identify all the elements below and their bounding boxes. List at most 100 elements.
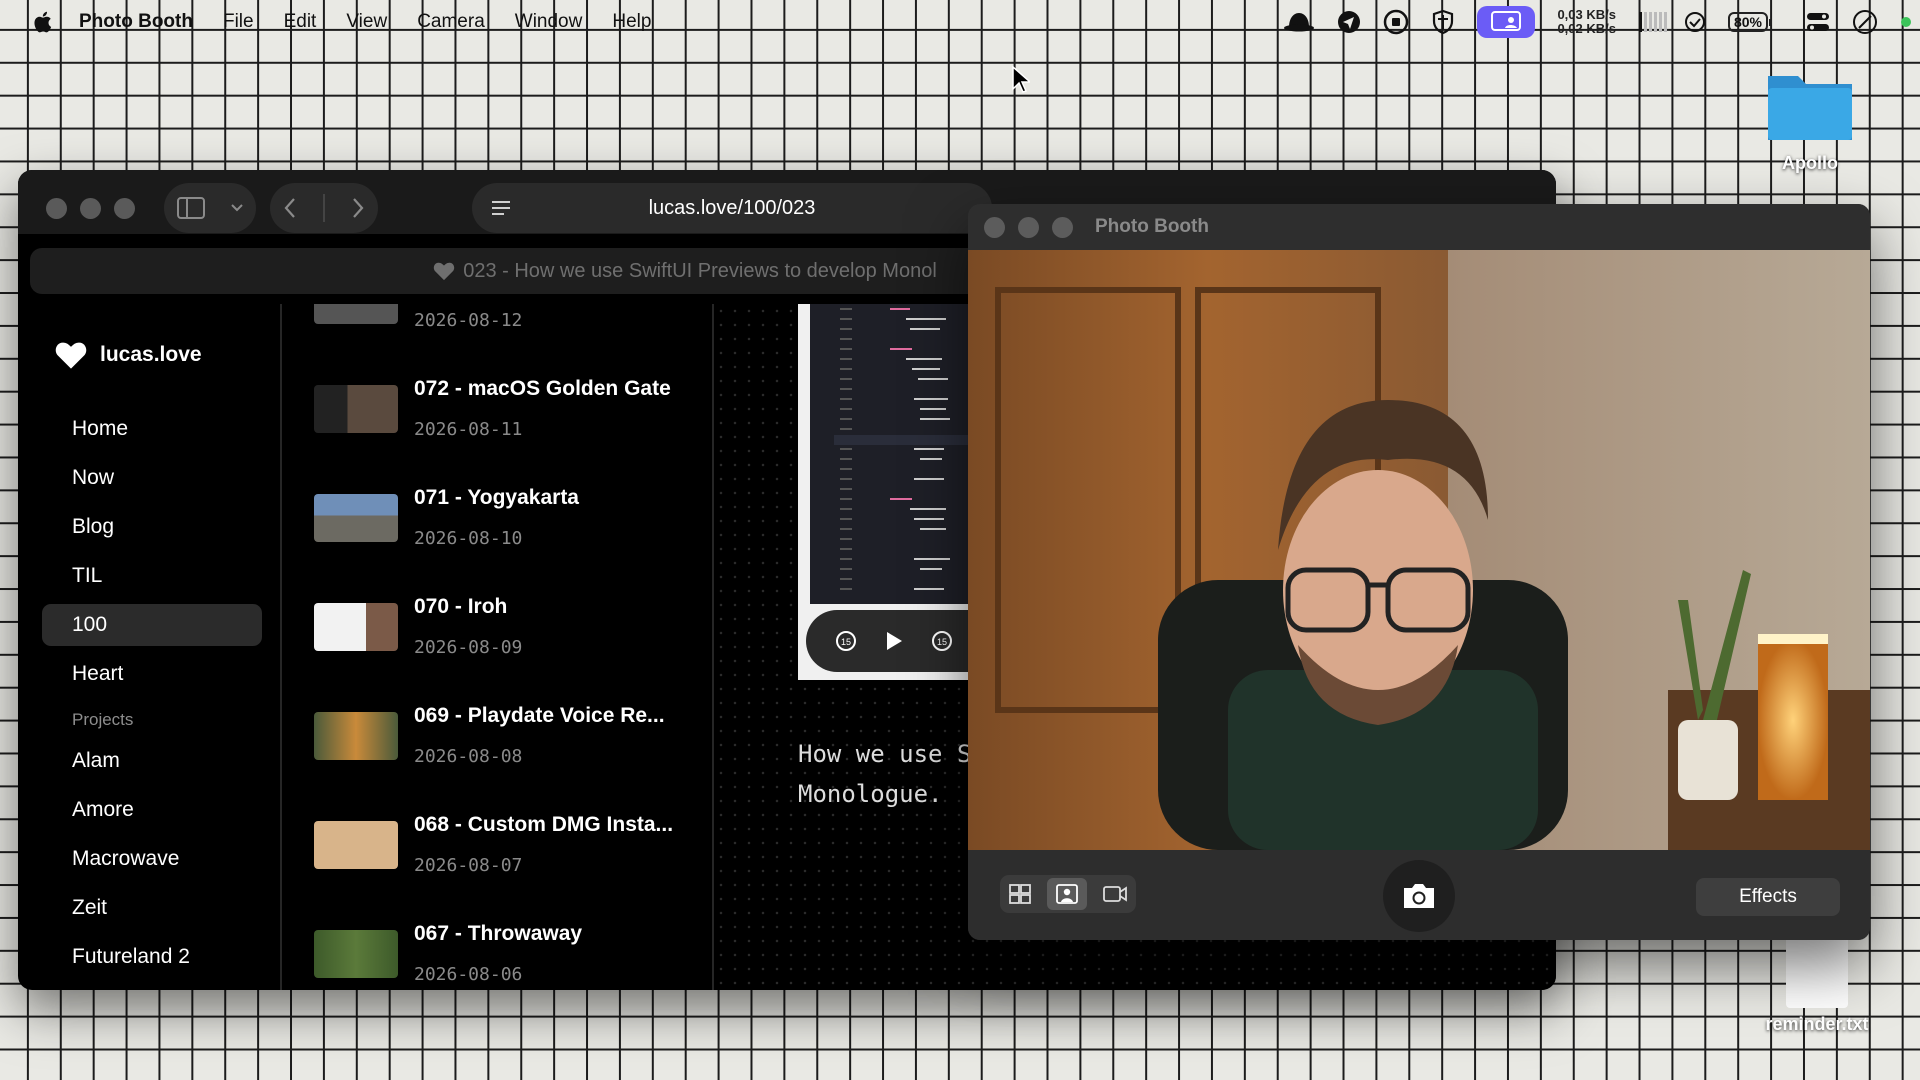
sidebar-icon xyxy=(176,197,205,219)
camera-feed-image xyxy=(968,250,1870,850)
list-item[interactable]: 068 - Custom DMG Insta... 2026-08-07 xyxy=(282,797,712,906)
window-controls xyxy=(46,198,135,219)
check-circle-icon[interactable] xyxy=(1684,11,1706,33)
menu-help[interactable]: Help xyxy=(612,11,651,33)
post-list: 2026-08-12 072 - macOS Golden Gate 2026-… xyxy=(282,304,712,990)
project-alam[interactable]: Alam xyxy=(54,740,274,782)
zoom-button[interactable] xyxy=(1052,217,1073,238)
nav-now[interactable]: Now xyxy=(54,457,274,499)
project-futureland-2[interactable]: Futureland 2 xyxy=(54,936,274,978)
single-photo-mode-button[interactable] xyxy=(1046,878,1087,910)
address-url: lucas.love/100/023 xyxy=(648,196,816,219)
address-bar[interactable]: lucas.love/100/023 xyxy=(472,183,992,233)
menu-view[interactable]: View xyxy=(346,11,387,33)
zoom-button[interactable] xyxy=(114,198,135,219)
forward-chevron-icon[interactable] xyxy=(351,197,365,219)
battery-percent: 80% xyxy=(1733,14,1763,30)
post-date: 2026-08-06 xyxy=(414,964,523,985)
post-thumbnail xyxy=(314,304,398,324)
minimize-button[interactable] xyxy=(1018,217,1039,238)
clock-icon[interactable] xyxy=(1852,9,1878,35)
post-date: 2026-08-07 xyxy=(414,855,523,876)
post-date: 2026-08-12 xyxy=(414,310,523,331)
control-center-icon[interactable] xyxy=(1806,11,1830,33)
description-line-2: Monologue. xyxy=(798,780,943,808)
description-line-1: How we use S xyxy=(798,740,972,768)
nav-til[interactable]: TIL xyxy=(54,555,274,597)
file-label: reminder.txt xyxy=(1765,1014,1869,1034)
window-title: Photo Booth xyxy=(1095,216,1209,237)
list-item[interactable]: 2026-08-12 xyxy=(282,304,712,361)
mouse-cursor-icon xyxy=(1012,66,1030,93)
post-thumbnail xyxy=(314,385,398,433)
desktop-file-reminder[interactable]: reminder.txt xyxy=(1752,936,1882,1035)
status-area: 0,03 KB/s 0,02 KB/s 80% xyxy=(1283,0,1920,44)
list-item[interactable]: 071 - Yogyakarta 2026-08-10 xyxy=(282,470,712,579)
take-photo-button[interactable] xyxy=(1383,860,1455,932)
close-button[interactable] xyxy=(984,217,1005,238)
menu-app-name[interactable]: Photo Booth xyxy=(79,11,193,33)
chevron-down-icon xyxy=(230,204,243,212)
view-mode-segmented-control xyxy=(1000,875,1136,913)
list-item[interactable]: 072 - macOS Golden Gate 2026-08-11 xyxy=(282,361,712,470)
cpu-meter-icon[interactable] xyxy=(1638,10,1676,34)
folder-icon xyxy=(1768,76,1852,140)
post-thumbnail xyxy=(314,712,398,760)
grid-view-icon[interactable] xyxy=(1008,883,1032,905)
list-item[interactable]: 067 - Throwaway 2026-08-06 xyxy=(282,906,712,990)
send-icon[interactable] xyxy=(1337,10,1361,34)
portrait-photo-icon xyxy=(1056,884,1078,904)
post-thumbnail xyxy=(314,930,398,978)
nav-home[interactable]: Home xyxy=(54,408,274,450)
post-title: 070 - Iroh xyxy=(414,595,508,618)
battery-icon: 80% xyxy=(1728,12,1772,32)
heart-logo-icon xyxy=(55,342,87,369)
shield-icon[interactable] xyxy=(1431,9,1455,35)
effects-button[interactable]: Effects xyxy=(1696,878,1840,916)
post-title: 068 - Custom DMG Insta... xyxy=(414,813,674,836)
skip-forward-15-icon[interactable]: 15 xyxy=(930,629,954,653)
post-date: 2026-08-10 xyxy=(414,528,523,549)
nav-100[interactable]: 100 xyxy=(42,604,262,646)
svg-text:15: 15 xyxy=(937,637,947,647)
minimize-button[interactable] xyxy=(80,198,101,219)
battery-indicator[interactable]: 80% xyxy=(1728,12,1772,32)
menu-file[interactable]: File xyxy=(223,11,254,33)
skip-back-15-icon[interactable]: 15 xyxy=(834,629,858,653)
post-description: How we use S Monologue. xyxy=(798,734,971,814)
video-camera-icon[interactable] xyxy=(1102,884,1128,904)
tab-title: 023 - How we use SwiftUI Previews to dev… xyxy=(463,259,937,282)
network-speed[interactable]: 0,03 KB/s 0,02 KB/s xyxy=(1557,8,1616,36)
photo-booth-window: Photo Booth Effects xyxy=(968,204,1870,940)
menu-edit[interactable]: Edit xyxy=(284,11,317,33)
site-brand[interactable]: lucas.love xyxy=(54,340,202,370)
brand-name: lucas.love xyxy=(100,343,202,366)
list-item[interactable]: 069 - Playdate Voice Re... 2026-08-08 xyxy=(282,688,712,797)
menu-camera[interactable]: Camera xyxy=(417,11,485,33)
reader-lines-icon[interactable] xyxy=(490,198,512,218)
bowler-hat-icon[interactable] xyxy=(1283,11,1315,33)
desktop-folder-apollo[interactable]: Apollo xyxy=(1755,66,1865,174)
back-chevron-icon[interactable] xyxy=(283,197,297,219)
nav-divider xyxy=(323,194,325,222)
network-upload-speed: 0,03 KB/s xyxy=(1557,7,1616,22)
nav-heart[interactable]: Heart xyxy=(54,653,274,695)
play-icon[interactable] xyxy=(884,630,904,652)
sidebar-toggle-button[interactable] xyxy=(164,183,256,233)
record-stop-icon[interactable] xyxy=(1383,9,1409,35)
project-macrowave[interactable]: Macrowave xyxy=(54,838,274,880)
nav-blog[interactable]: Blog xyxy=(54,506,274,548)
window-controls xyxy=(984,217,1073,238)
project-amore[interactable]: Amore xyxy=(54,789,274,831)
close-button[interactable] xyxy=(46,198,67,219)
screen-share-pill-icon[interactable] xyxy=(1477,6,1536,38)
project-zeit[interactable]: Zeit xyxy=(54,887,274,929)
post-title: 072 - macOS Golden Gate xyxy=(414,377,671,400)
photo-booth-titlebar[interactable]: Photo Booth xyxy=(968,204,1870,250)
apple-icon[interactable] xyxy=(31,10,53,34)
camera-icon xyxy=(1404,884,1434,908)
list-item[interactable]: 070 - Iroh 2026-08-09 xyxy=(282,579,712,688)
folder-label: Apollo xyxy=(1782,153,1838,173)
history-nav xyxy=(270,183,378,233)
menu-window[interactable]: Window xyxy=(515,11,583,33)
